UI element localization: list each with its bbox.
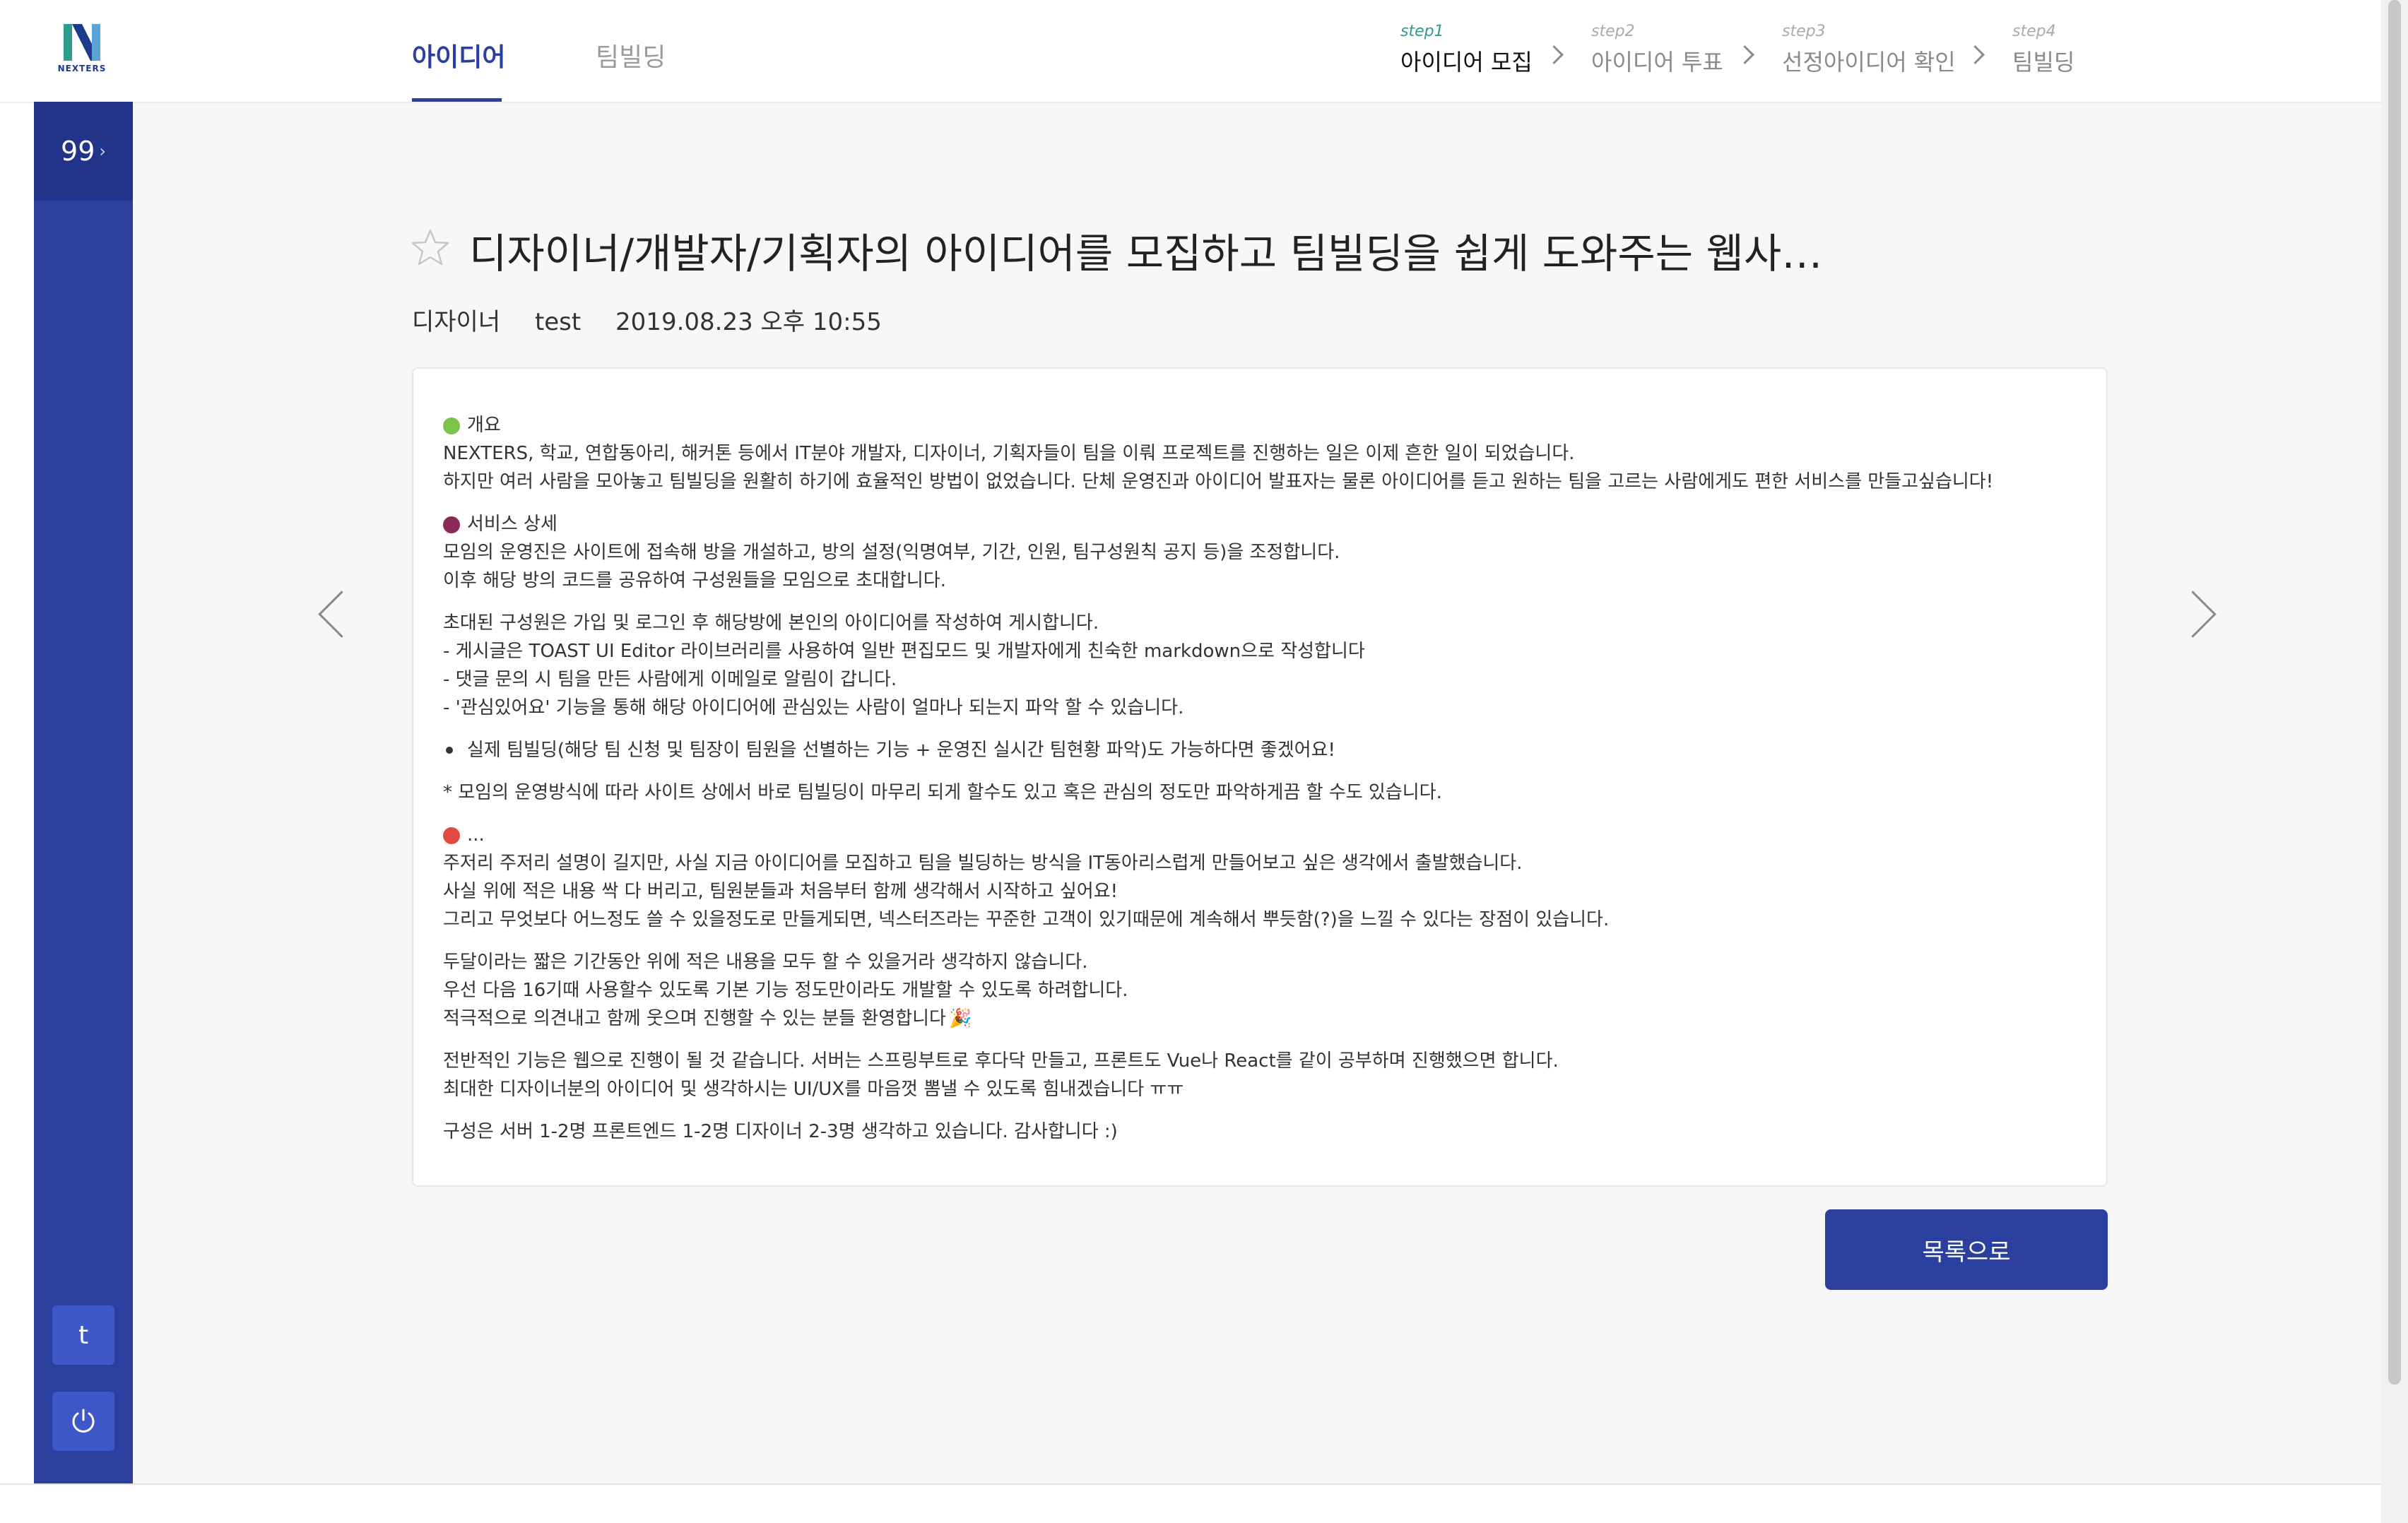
- post-meta: 디자이너 test 2019.08.23 오후 10:55: [412, 302, 909, 337]
- user-initial: t: [78, 1320, 89, 1350]
- step-4[interactable]: step4 팀빌딩: [2012, 23, 2074, 77]
- logo-icon: [64, 24, 100, 61]
- body-line: - '관심있어요' 기능을 통해 해당 아이디어에 관심있는 사람이 얼마나 되…: [443, 697, 1184, 718]
- step-3-name: 선정아이디어 확인: [1782, 49, 1956, 76]
- star-outline-icon[interactable]: [410, 227, 451, 268]
- section-heading: ...: [467, 824, 485, 846]
- green-apple-icon: [443, 417, 460, 434]
- step-4-label: step4: [2012, 23, 2056, 40]
- chevron-right-icon: ›: [99, 141, 106, 161]
- section-heading: 개요: [467, 415, 501, 436]
- step-2[interactable]: step2 아이디어 투표: [1591, 23, 1723, 77]
- section-tech: 전반적인 기능은 웹으로 진행이 될 것 같습니다. 서버는 스프링부트로 후다…: [443, 1047, 2077, 1103]
- post-title: 디자이너/개발자/기획자의 아이디어를 모집하고 팀빌딩을 쉽게 도와주는 웹사…: [469, 230, 1823, 278]
- step-3-label: step3: [1782, 23, 1826, 40]
- section-invite: 초대된 구성원은 가입 및 로그인 후 해당방에 본인의 아이디어를 작성하여 …: [443, 609, 2077, 722]
- step-1[interactable]: step1 아이디어 모집: [1400, 23, 1533, 77]
- post-role: 디자이너: [412, 308, 501, 336]
- chevron-right-icon: [1966, 45, 1985, 64]
- room-count-button[interactable]: 99 ›: [34, 102, 133, 201]
- body-note: * 모임의 운영방식에 따라 사이트 상에서 바로 팀빌딩이 마무리 되게 할수…: [443, 782, 1442, 803]
- left-sidebar: 99 › t: [34, 102, 133, 1485]
- room-count: 99: [61, 136, 95, 167]
- tab-active-underline: [412, 98, 502, 102]
- bullet-item: 실제 팀빌딩(해당 팀 신청 및 팀장이 팀원을 선별하는 기능 + 운영진 실…: [443, 736, 2077, 764]
- footer-divider: [0, 1483, 2381, 1485]
- top-header: NEXTERS 아이디어 팀빌딩 step1 아이디어 모집 step2 아이디…: [0, 0, 2381, 103]
- step-3[interactable]: step3 선정아이디어 확인: [1782, 23, 1956, 77]
- party-popper-icon: 🎉: [948, 1008, 972, 1029]
- body-line: - 게시글은 TOAST UI Editor 라이브러리를 사용하여 일반 편집…: [443, 641, 1365, 662]
- section-heading: 서비스 상세: [467, 514, 557, 535]
- power-icon: [72, 1409, 95, 1433]
- post-date: 2019.08.23 오후 10:55: [615, 308, 882, 336]
- body-line: 그리고 무엇보다 어느정도 쓸 수 있을정도로 만들게되면, 넥스터즈라는 꾸준…: [443, 909, 1610, 930]
- chevron-right-icon: [1545, 45, 1564, 64]
- grapes-icon: [443, 516, 460, 533]
- post-body-card: 개요 NEXTERS, 학교, 연합동아리, 해커톤 등에서 IT분야 개발자,…: [412, 367, 2108, 1187]
- body-line: 사실 위에 적은 내용 싹 다 버리고, 팀원분들과 처음부터 함께 생각해서 …: [443, 881, 1119, 902]
- body-line: 하지만 여러 사람을 모아놓고 팀빌딩을 원활히 하기에 효율적인 방법이 없었…: [443, 471, 1994, 492]
- step-1-name: 아이디어 모집: [1400, 49, 1533, 76]
- body-line: 초대된 구성원은 가입 및 로그인 후 해당방에 본인의 아이디어를 작성하여 …: [443, 612, 1099, 634]
- body-line: 주저리 주저리 설명이 길지만, 사실 지금 아이디어를 모집하고 팀을 빌딩하…: [443, 853, 1523, 874]
- step-2-label: step2: [1591, 23, 1635, 40]
- body-line: 우선 다음 16기때 사용할수 있도록 기본 기능 정도만이라도 개발할 수 있…: [443, 980, 1128, 1001]
- logout-button[interactable]: [52, 1392, 114, 1451]
- body-line: NEXTERS, 학교, 연합동아리, 해커톤 등에서 IT분야 개발자, 디자…: [443, 443, 1575, 464]
- body-line: 모임의 운영진은 사이트에 접속해 방을 개설하고, 방의 설정(익명여부, 기…: [443, 542, 1340, 563]
- scrollbar-thumb[interactable]: [2388, 0, 2401, 1385]
- tab-team-building[interactable]: 팀빌딩: [596, 37, 666, 73]
- user-avatar-button[interactable]: t: [52, 1305, 114, 1365]
- section-plan: 두달이라는 짧은 기간동안 위에 적은 내용을 모두 할 수 있을거라 생각하지…: [443, 948, 2077, 1033]
- body-line: - 댓글 문의 시 팀을 만든 사람에게 이메일로 알림이 갑니다.: [443, 669, 897, 690]
- nexters-logo[interactable]: NEXTERS: [55, 21, 109, 75]
- step-2-name: 아이디어 투표: [1591, 49, 1723, 76]
- back-to-list-button[interactable]: 목록으로: [1825, 1209, 2108, 1290]
- step-4-name: 팀빌딩: [2012, 49, 2075, 76]
- watermelon-icon: [443, 826, 460, 844]
- chevron-right-icon: [1735, 45, 1754, 64]
- section-etc: ... 주저리 주저리 설명이 길지만, 사실 지금 아이디어를 모집하고 팀을…: [443, 821, 2077, 934]
- post-author: test: [534, 308, 582, 336]
- section-team: 구성은 서버 1-2명 프론트엔드 1-2명 디자이너 2-3명 생각하고 있습…: [443, 1121, 1118, 1142]
- body-line: 두달이라는 짧은 기간동안 위에 적은 내용을 모두 할 수 있을거라 생각하지…: [443, 952, 1088, 973]
- step-1-label: step1: [1400, 23, 1444, 40]
- tab-idea[interactable]: 아이디어: [412, 37, 505, 73]
- body-line: 적극적으로 의견내고 함께 웃으며 진행할 수 있는 분들 환영합니다: [443, 1008, 946, 1029]
- logo-wordmark: NEXTERS: [57, 64, 107, 73]
- body-line: 최대한 디자이너분의 아이디어 및 생각하시는 UI/UX를 마음껏 뽐낼 수 …: [443, 1079, 1184, 1100]
- body-line: 전반적인 기능은 웹으로 진행이 될 것 같습니다. 서버는 스프링부트로 후다…: [443, 1050, 1559, 1072]
- section-service-detail: 서비스 상세 모임의 운영진은 사이트에 접속해 방을 개설하고, 방의 설정(…: [443, 510, 2077, 595]
- body-line: 이후 해당 방의 코드를 공유하여 구성원들을 모임으로 초대합니다.: [443, 570, 946, 591]
- section-overview: 개요 NEXTERS, 학교, 연합동아리, 해커톤 등에서 IT분야 개발자,…: [443, 411, 2077, 496]
